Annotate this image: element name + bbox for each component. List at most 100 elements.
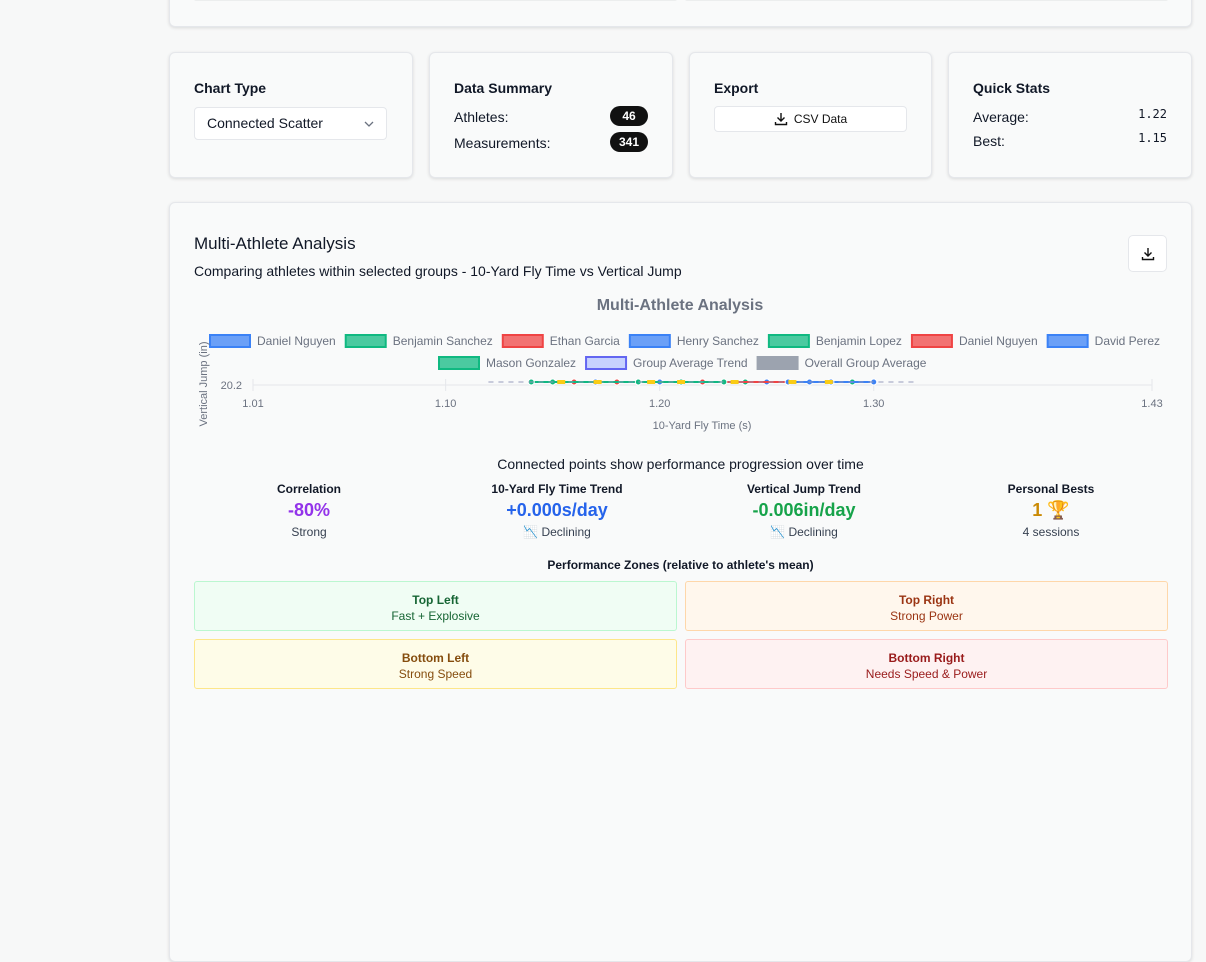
legend-label: David Perez bbox=[1095, 334, 1160, 348]
zones-title: Performance Zones (relative to athlete's… bbox=[547, 558, 814, 572]
measurements-label: Measurements: bbox=[454, 135, 551, 151]
best-row: Best: 1.15 bbox=[973, 131, 1167, 149]
y-axis-label: Vertical Jump (in) bbox=[198, 342, 210, 427]
x-tick-label: 1.20 bbox=[649, 398, 670, 410]
csv-export-button[interactable]: CSV Data bbox=[714, 106, 907, 132]
legend-swatch bbox=[344, 334, 387, 348]
legend-swatch bbox=[585, 356, 628, 370]
top-card-field-right bbox=[685, 0, 1168, 1]
legend-label: Henry Sanchez bbox=[677, 334, 759, 348]
download-chart-button[interactable] bbox=[1128, 235, 1167, 272]
analysis-subtitle: Comparing athletes within selected group… bbox=[194, 263, 682, 279]
top-card bbox=[169, 0, 1192, 27]
x-axis-label: 10-Yard Fly Time (s) bbox=[653, 420, 752, 432]
fly-time-trend-direction: 📉 Declining bbox=[523, 525, 591, 539]
scatter-chart: Multi-Athlete Analysis Daniel Nguyen Benja… bbox=[198, 297, 1163, 432]
analysis-title: Multi-Athlete Analysis bbox=[194, 234, 356, 253]
legend-swatch bbox=[438, 356, 480, 370]
measurements-row: Measurements: 341 bbox=[454, 132, 648, 152]
zone-bottom-right: Bottom Right Needs Speed & Power bbox=[685, 639, 1168, 689]
fly-time-trend-stat: 10-Yard Fly Time Trend +0.000s/day 📉 Dec… bbox=[457, 482, 657, 539]
chart-type-select[interactable]: Connected Scatter bbox=[194, 107, 387, 140]
jump-trend-stat: Vertical Jump Trend -0.006in/day 📉 Decli… bbox=[704, 482, 904, 539]
zone-bottom-right-title: Bottom Right bbox=[888, 651, 965, 665]
personal-best-marker bbox=[593, 380, 602, 384]
quick-stats-title: Quick Stats bbox=[973, 80, 1051, 96]
personal-best-marker bbox=[677, 380, 686, 384]
personal-bests-value: 1 🏆 bbox=[1032, 500, 1070, 520]
legend-label: Group Average Trend bbox=[633, 356, 748, 370]
zone-bottom-left: Bottom Left Strong Speed bbox=[194, 639, 677, 689]
data-summary-title: Data Summary bbox=[454, 80, 553, 96]
personal-best-marker bbox=[788, 380, 797, 384]
export-title: Export bbox=[714, 80, 759, 96]
download-icon bbox=[1141, 248, 1155, 261]
legend-label: Daniel Nguyen bbox=[959, 334, 1038, 348]
legend-label: Daniel Nguyen bbox=[257, 334, 336, 348]
legend-label: Benjamin Sanchez bbox=[393, 334, 493, 348]
download-icon bbox=[774, 113, 788, 126]
legend-swatch bbox=[628, 334, 671, 348]
csv-export-label: CSV Data bbox=[793, 112, 848, 126]
correlation-stat: Correlation -80% Strong bbox=[209, 482, 409, 539]
legend-swatch bbox=[910, 334, 953, 348]
zone-top-right: Top Right Strong Power bbox=[685, 581, 1168, 631]
zone-top-left-title: Top Left bbox=[412, 593, 459, 607]
athletes-count-badge: 46 bbox=[610, 106, 648, 126]
top-card-field-left bbox=[194, 0, 677, 1]
jump-trend-direction: 📉 Declining bbox=[770, 525, 838, 539]
legend-swatch bbox=[756, 356, 799, 370]
zone-bottom-left-title: Bottom Left bbox=[401, 651, 470, 665]
quick-stats-card: Quick Stats Average: 1.22 Best: 1.15 bbox=[948, 52, 1192, 178]
legend-label: Mason Gonzalez bbox=[486, 356, 576, 370]
athletes-label: Athletes: bbox=[454, 109, 509, 125]
average-value: 1.22 bbox=[1138, 107, 1167, 121]
chart-type-title: Chart Type bbox=[194, 80, 267, 96]
zone-top-right-title: Top Right bbox=[898, 593, 955, 607]
personal-best-marker bbox=[824, 380, 833, 384]
x-tick-label: 1.01 bbox=[242, 398, 263, 410]
legend-swatch bbox=[1046, 334, 1089, 348]
legend-label: Overall Group Average bbox=[805, 356, 927, 370]
data-summary-card: Data Summary Athletes: 46 Measurements: … bbox=[429, 52, 673, 178]
best-value: 1.15 bbox=[1138, 131, 1167, 145]
zone-bottom-left-desc: Strong Speed bbox=[398, 667, 473, 681]
jump-trend-label: Vertical Jump Trend bbox=[746, 482, 862, 496]
legend-label: Benjamin Lopez bbox=[816, 334, 902, 348]
chart-title: Multi-Athlete Analysis bbox=[597, 297, 764, 314]
personal-bests-stat: Personal Bests 1 🏆 4 sessions bbox=[951, 482, 1151, 539]
chart-type-card: Chart Type Connected Scatter bbox=[169, 52, 413, 178]
zone-top-left-desc: Fast + Explosive bbox=[391, 609, 480, 623]
personal-best-marker bbox=[557, 380, 566, 384]
fly-time-trend-label: 10-Yard Fly Time Trend bbox=[491, 482, 623, 496]
zone-top-left: Top Left Fast + Explosive bbox=[194, 581, 677, 631]
legend-label: Ethan Garcia bbox=[550, 334, 620, 348]
x-tick-label: 1.10 bbox=[435, 398, 456, 410]
correlation-strength: Strong bbox=[291, 525, 327, 539]
personal-best-marker bbox=[730, 380, 739, 384]
zone-top-right-desc: Strong Power bbox=[890, 609, 963, 623]
personal-bests-label: Personal Bests bbox=[1007, 482, 1095, 496]
export-card: Export CSV Data bbox=[689, 52, 932, 178]
legend-swatch bbox=[501, 334, 544, 348]
legend-swatch bbox=[209, 334, 251, 348]
correlation-label: Correlation bbox=[276, 482, 341, 496]
measurements-count-badge: 341 bbox=[610, 132, 648, 152]
chart-caption: Connected points show performance progre… bbox=[497, 456, 864, 472]
y-tick-label: 20.2 bbox=[221, 380, 242, 392]
zone-bottom-right-desc: Needs Speed & Power bbox=[865, 667, 988, 681]
legend-swatch bbox=[767, 334, 810, 348]
jump-trend-value: -0.006in/day bbox=[752, 500, 856, 520]
fly-time-trend-value: +0.000s/day bbox=[506, 500, 608, 520]
average-label: Average: bbox=[973, 109, 1029, 125]
x-tick-label: 1.30 bbox=[863, 398, 884, 410]
best-label: Best: bbox=[973, 133, 1005, 149]
personal-bests-sessions: 4 sessions bbox=[1022, 525, 1080, 539]
chevron-down-icon bbox=[364, 121, 374, 127]
x-tick-label: 1.43 bbox=[1141, 398, 1162, 410]
personal-best-marker bbox=[647, 380, 656, 384]
chart-type-value: Connected Scatter bbox=[207, 115, 323, 131]
average-row: Average: 1.22 bbox=[973, 107, 1167, 125]
athletes-row: Athletes: 46 bbox=[454, 106, 648, 126]
correlation-value: -80% bbox=[287, 500, 331, 520]
